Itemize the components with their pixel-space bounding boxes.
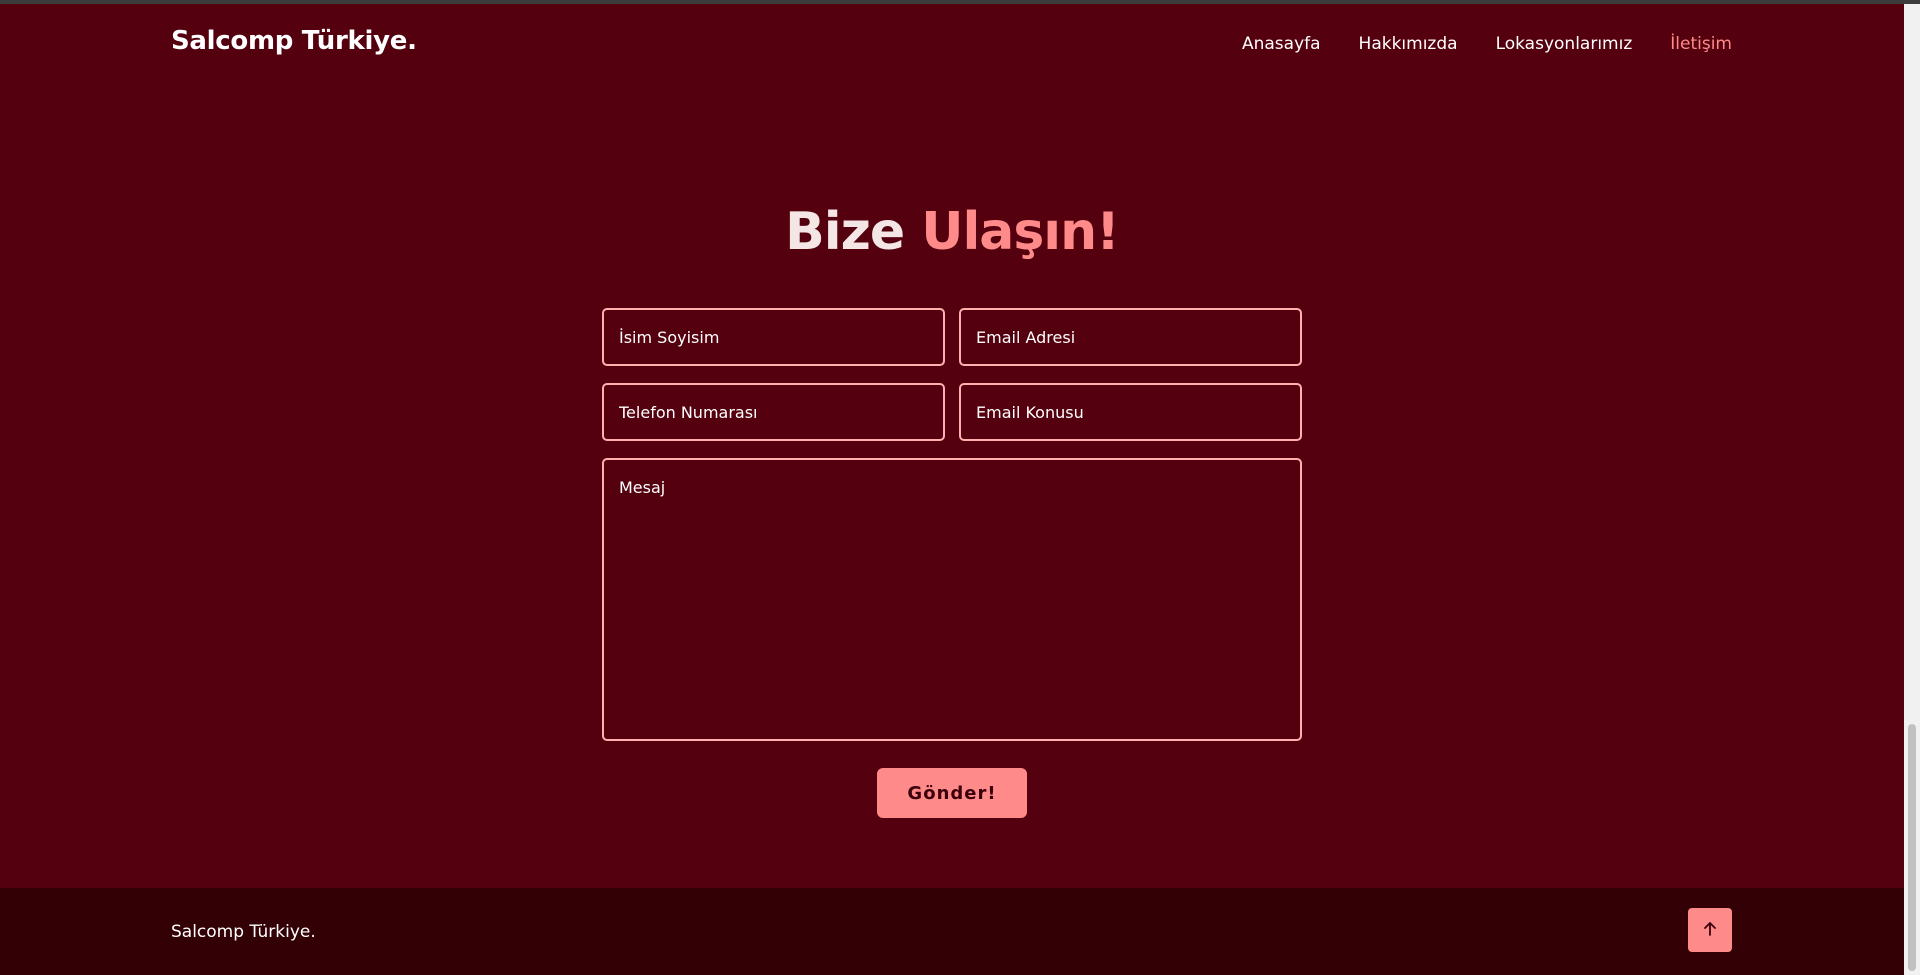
footer-brand: Salcomp Türkiye.	[171, 922, 316, 942]
heading-word-1: Bize	[785, 202, 905, 262]
main-nav: Anasayfa Hakkımızda Lokasyonlarımız İlet…	[1242, 34, 1732, 54]
arrow-up-icon	[1702, 921, 1718, 940]
scroll-to-top-button[interactable]	[1688, 908, 1732, 952]
email-input[interactable]	[959, 308, 1302, 366]
message-textarea[interactable]	[602, 458, 1302, 741]
page: Salcomp Türkiye. Anasayfa Hakkımızda Lok…	[0, 4, 1904, 975]
contact-heading: Bize Ulaşın!	[0, 202, 1904, 262]
nav-link-home[interactable]: Anasayfa	[1242, 34, 1321, 54]
scrollbar-thumb[interactable]	[1908, 724, 1916, 971]
name-input[interactable]	[602, 308, 945, 366]
phone-input[interactable]	[602, 383, 945, 441]
send-button[interactable]: Gönder!	[877, 768, 1027, 818]
nav-link-contact[interactable]: İletişim	[1670, 34, 1732, 54]
page-scrollbar[interactable]	[1904, 4, 1920, 975]
site-footer: Salcomp Türkiye.	[0, 888, 1904, 975]
nav-link-about[interactable]: Hakkımızda	[1359, 34, 1458, 54]
site-header: Salcomp Türkiye. Anasayfa Hakkımızda Lok…	[0, 4, 1904, 84]
subject-input[interactable]	[959, 383, 1302, 441]
heading-word-2: Ulaşın!	[921, 202, 1120, 262]
nav-link-locations[interactable]: Lokasyonlarımız	[1496, 34, 1633, 54]
site-logo[interactable]: Salcomp Türkiye.	[171, 26, 417, 56]
